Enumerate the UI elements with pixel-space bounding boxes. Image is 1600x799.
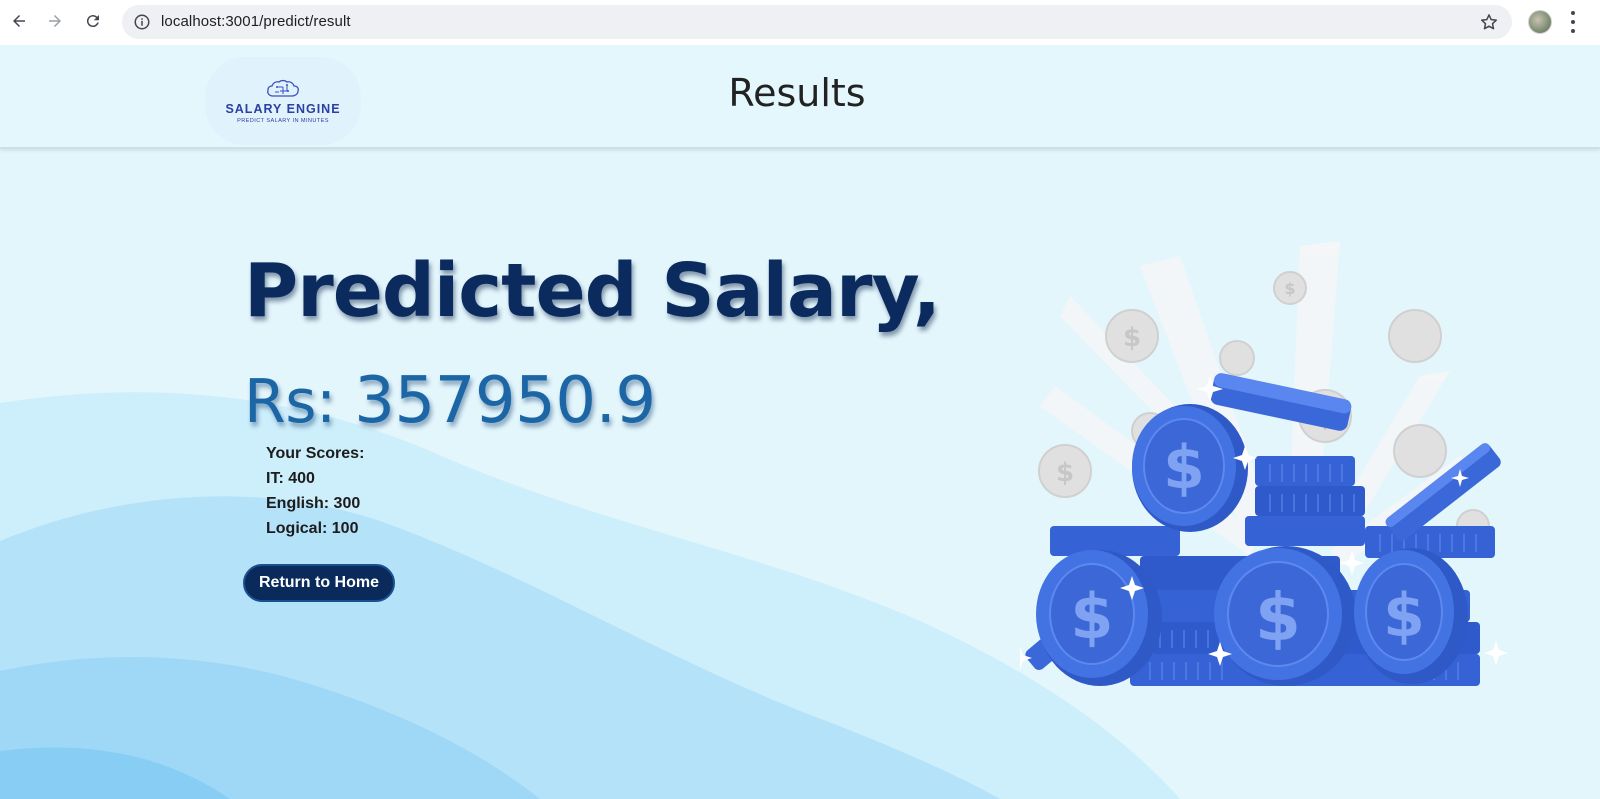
predicted-salary-heading: Predicted Salary, xyxy=(244,248,941,334)
result-section: Predicted Salary, Rs: 357950.9 Your Scor… xyxy=(0,151,1600,799)
scores-heading: Your Scores: xyxy=(266,445,365,462)
logo-subtitle: PREDICT SALARY IN MINUTES xyxy=(237,118,329,124)
arrow-left-icon xyxy=(13,15,25,27)
score-it: IT: 400 xyxy=(266,470,315,487)
salary-value: 357950.9 xyxy=(354,364,656,438)
page-title: Results xyxy=(0,71,1600,115)
reload-button[interactable] xyxy=(81,9,105,33)
star-icon[interactable] xyxy=(1479,12,1499,32)
browser-toolbar: localhost:3001/predict/result xyxy=(0,0,1600,45)
reload-icon xyxy=(86,15,99,28)
scores-panel: Your Scores: IT: 400 English: 300 Logica… xyxy=(266,441,364,541)
more-vert-icon[interactable] xyxy=(1570,11,1576,33)
back-button[interactable] xyxy=(7,9,31,33)
info-icon[interactable] xyxy=(133,13,151,31)
svg-text:$: $ xyxy=(1284,279,1295,298)
page-title-text: Results xyxy=(728,71,866,115)
svg-text:$: $ xyxy=(1070,580,1113,653)
svg-text:$: $ xyxy=(1056,458,1074,488)
app-header: SALARY ENGINE PREDICT SALARY IN MINUTES … xyxy=(0,45,1600,149)
svg-text:$: $ xyxy=(1123,323,1141,353)
score-logical: Logical: 100 xyxy=(266,520,359,537)
score-english: English: 300 xyxy=(266,495,361,512)
return-home-button[interactable]: Return to Home xyxy=(243,564,395,602)
arrow-right-icon xyxy=(49,15,61,27)
coins-illustration: $ $ $ $ $ $ $ xyxy=(1020,241,1508,686)
svg-text:$: $ xyxy=(1163,433,1205,503)
salary-amount: Rs: 357950.9 xyxy=(244,364,656,438)
url-text: localhost:3001/predict/result xyxy=(161,13,351,30)
svg-text:$: $ xyxy=(1255,579,1301,656)
forward-button[interactable] xyxy=(43,9,67,33)
profile-avatar[interactable] xyxy=(1528,10,1552,34)
currency-prefix: Rs: xyxy=(244,367,355,437)
svg-text:$: $ xyxy=(1383,581,1425,651)
address-bar[interactable]: localhost:3001/predict/result xyxy=(122,5,1512,39)
